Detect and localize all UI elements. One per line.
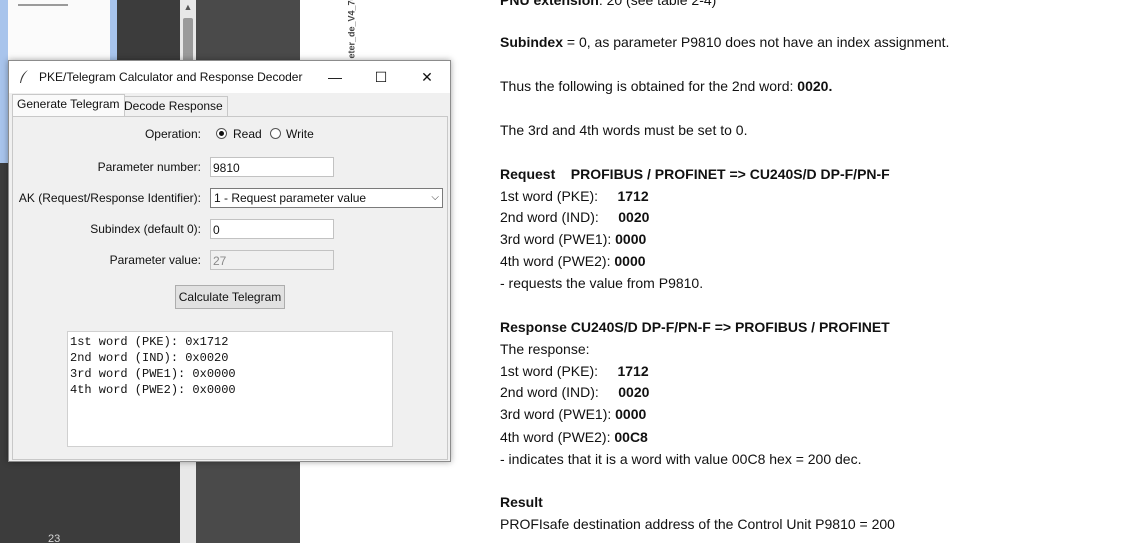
- parameter-value-input: 27: [210, 250, 334, 270]
- document-text: 3rd word (PWE1):: [500, 231, 616, 247]
- document-line: - indicates that it is a word with value…: [500, 451, 861, 467]
- tab-generate-telegram[interactable]: Generate Telegram: [12, 94, 125, 116]
- calculate-telegram-button[interactable]: Calculate Telegram: [175, 285, 285, 309]
- document-text: 2nd word (IND):: [500, 209, 619, 225]
- document-text: 1712: [617, 363, 649, 379]
- document-text: : 20 (see table 2-4): [598, 0, 717, 8]
- page-number: 23: [48, 533, 61, 545]
- document-line: 4th word (PWE2): 0000: [500, 253, 646, 269]
- document-text: - requests the value from P9810.: [500, 275, 704, 291]
- document-text: Thus the following is obtained for the 2…: [500, 78, 798, 94]
- document-text: = 0, as parameter P9810 does not have an…: [563, 34, 950, 50]
- document-text: 1st word (PKE):: [500, 363, 618, 379]
- scroll-up-icon[interactable]: ▲: [183, 2, 193, 12]
- document-text: 00C8: [614, 429, 648, 445]
- document-text: - indicates that it is a word with value…: [500, 451, 862, 467]
- document-line: 4th word (PWE2): 00C8: [500, 429, 648, 445]
- document-text: 0020.: [797, 78, 833, 94]
- output-line: 2nd word (IND): 0x0020: [70, 351, 229, 365]
- document-text: 0020: [618, 209, 650, 225]
- document-text: 1712: [617, 188, 649, 204]
- document-text: PROFIsafe destination address of the Con…: [500, 516, 895, 532]
- document-line: 2nd word (IND): 0020: [500, 384, 649, 400]
- document-line: PNU extension: 20 (see table 2-4): [500, 0, 716, 8]
- document-line: Request PROFIBUS / PROFINET => CU240S/D …: [500, 166, 890, 182]
- tab-decode-response[interactable]: Decode Response: [119, 96, 228, 116]
- document-text: Response CU240S/D DP-F/PN-F => PROFIBUS …: [500, 319, 890, 335]
- document-line: 1st word (PKE): 1712: [500, 188, 649, 204]
- document-line: 3rd word (PWE1): 0000: [500, 231, 646, 247]
- ak-select-value: 1 - Request parameter value: [214, 191, 367, 205]
- document-text: 0020: [618, 384, 650, 400]
- window-title: PKE/Telegram Calculator and Response Dec…: [39, 70, 303, 84]
- feather-icon: [20, 70, 28, 83]
- telegram-output[interactable]: 1st word (PKE): 0x1712 2nd word (IND): 0…: [67, 331, 393, 447]
- document-line: Result: [500, 494, 543, 510]
- document-text: 0000: [615, 406, 647, 422]
- parameter-value-label: Parameter value:: [109, 253, 201, 267]
- document-line: 3rd word (PWE1): 0000: [500, 406, 646, 422]
- document-text: 0000: [614, 253, 646, 269]
- parameter-number-label: Parameter number:: [97, 160, 201, 174]
- document-text: 4th word (PWE2):: [500, 429, 615, 445]
- maximize-button[interactable]: ☐: [358, 61, 404, 93]
- document-line: PROFIsafe destination address of the Con…: [500, 516, 895, 532]
- document-text: PNU extension: [500, 0, 599, 8]
- generate-telegram-panel: Operation: Read Write Parameter number: …: [12, 116, 448, 460]
- title-bar[interactable]: PKE/Telegram Calculator and Response Dec…: [9, 61, 450, 93]
- document-line: Response CU240S/D DP-F/PN-F => PROFIBUS …: [500, 319, 890, 335]
- calculator-window: PKE/Telegram Calculator and Response Dec…: [8, 60, 451, 462]
- document-line: Thus the following is obtained for the 2…: [500, 78, 832, 94]
- output-line: 1st word (PKE): 0x1712: [70, 335, 229, 349]
- minimize-button[interactable]: —: [312, 61, 358, 93]
- document-text: 3rd word (PWE1):: [500, 406, 616, 422]
- read-radio-label[interactable]: Read: [233, 127, 262, 141]
- document-line: - requests the value from P9810.: [500, 275, 703, 291]
- output-line: 4th word (PWE2): 0x0000: [70, 383, 236, 397]
- subindex-input[interactable]: 0: [210, 219, 334, 239]
- document-line: The response:: [500, 341, 590, 357]
- write-radio[interactable]: [270, 128, 281, 139]
- document-text: Result: [500, 494, 543, 510]
- document-line: 1st word (PKE): 1712: [500, 363, 649, 379]
- document-line: The 3rd and 4th words must be set to 0.: [500, 122, 747, 138]
- parameter-number-input[interactable]: 9810: [210, 157, 334, 177]
- operation-label: Operation:: [144, 127, 201, 141]
- document-line: 2nd word (IND): 0020: [500, 209, 649, 225]
- write-radio-label[interactable]: Write: [286, 127, 314, 141]
- document-text: 0000: [615, 231, 647, 247]
- tab-bar: Generate Telegram Decode Response: [9, 94, 450, 116]
- document-text: 4th word (PWE2):: [500, 253, 615, 269]
- document-line: Subindex = 0, as parameter P9810 does no…: [500, 34, 949, 50]
- read-radio[interactable]: [216, 128, 227, 139]
- chevron-down-icon[interactable]: ⌵: [431, 189, 439, 207]
- output-line: 3rd word (PWE1): 0x0000: [70, 367, 236, 381]
- close-button[interactable]: ✕: [404, 61, 450, 93]
- subindex-label: Subindex (default 0):: [90, 222, 201, 236]
- document-text: The response:: [500, 341, 590, 357]
- ak-select[interactable]: 1 - Request parameter value ⌵: [210, 188, 443, 208]
- document-text: Subindex: [500, 34, 564, 50]
- ak-label: AK (Request/Response Identifier):: [18, 191, 201, 205]
- document-text: Request PROFIBUS / PROFINET => CU240S/D …: [500, 166, 890, 182]
- document-text: 2nd word (IND):: [500, 384, 619, 400]
- document-text: 1st word (PKE):: [500, 188, 618, 204]
- document-text: The 3rd and 4th words must be set to 0.: [500, 122, 748, 138]
